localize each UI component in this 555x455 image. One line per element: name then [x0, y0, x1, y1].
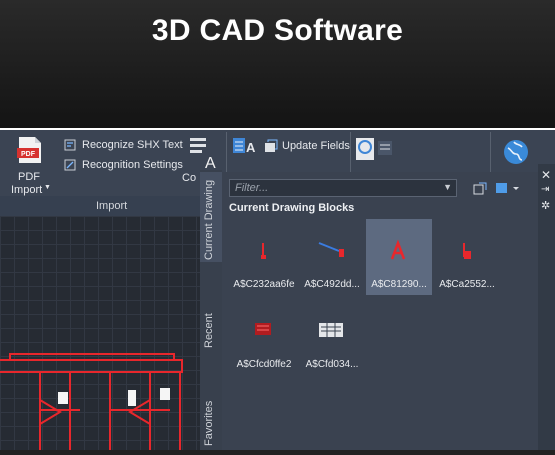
globe-icon — [504, 140, 528, 164]
block-tile[interactable]: A$Ca2552... — [434, 219, 500, 295]
refresh-icon — [265, 139, 278, 152]
block-name: A$C492dd... — [304, 279, 360, 290]
block-name: A$Cfcd0ffe2 — [236, 359, 292, 370]
pdf-label-line2: Import — [11, 184, 43, 196]
data-link-button[interactable] — [354, 136, 404, 166]
thumbnail-view-icon — [496, 183, 519, 193]
settings-icon — [64, 159, 76, 171]
pdf-icon: PDF — [17, 137, 41, 163]
update-fields-button[interactable]: A Update Fields — [232, 136, 352, 158]
tab-current-drawing-label: Current Drawing — [203, 179, 215, 260]
close-icon[interactable]: ✕ — [541, 168, 551, 182]
block-tile[interactable]: A$C232aa6fe — [231, 219, 297, 295]
block-tile[interactable]: A$Cfd034... — [299, 299, 365, 375]
fields-icon: A — [233, 138, 256, 155]
web-globe-button[interactable] — [502, 138, 532, 168]
recognition-settings-label: Recognition Settings — [82, 159, 183, 171]
gear-icon[interactable]: ✲ — [541, 199, 550, 212]
promo-banner: 3D CAD Software — [0, 0, 555, 128]
tab-favorites[interactable]: Favorites — [200, 396, 222, 450]
banner-title: 3D CAD Software — [151, 14, 404, 47]
block-preview-icon — [319, 323, 343, 337]
recognition-settings-button[interactable]: Recognition Settings — [64, 159, 184, 173]
recognize-shx-label: Recognize SHX Text — [82, 139, 183, 151]
autohide-icon[interactable]: ⇥ — [541, 184, 549, 195]
block-preview-icon — [463, 243, 471, 259]
data-link-icon — [356, 138, 392, 160]
svg-text:PDF: PDF — [21, 151, 36, 158]
section-title: Current Drawing Blocks — [229, 202, 355, 214]
block-preview-icon — [255, 323, 271, 335]
import-blocks-button[interactable] — [472, 180, 488, 196]
block-name: A$C232aa6fe — [233, 279, 295, 290]
block-tile[interactable]: A$Cfcd0ffe2 — [231, 299, 297, 375]
svg-text:A: A — [205, 155, 216, 170]
block-tile-selected[interactable]: A$C81290... — [366, 219, 432, 295]
pdf-import-button[interactable]: PDF PDF Import ▼ — [8, 134, 52, 196]
block-preview-icon — [318, 242, 344, 257]
import-group-label: Import — [96, 200, 128, 212]
tab-recent[interactable]: Recent — [200, 300, 222, 360]
text-a-icon: A — [190, 138, 216, 170]
tab-favorites-label: Favorites — [203, 400, 215, 446]
block-name: A$Cfd034... — [305, 359, 359, 370]
block-name: A$Ca2552... — [439, 279, 495, 290]
truck-drawing — [0, 340, 200, 450]
block-preview-icon — [390, 239, 406, 260]
update-fields-label: Update Fields — [282, 140, 350, 152]
shx-icon — [64, 139, 76, 151]
tab-current-drawing[interactable]: Current Drawing — [200, 172, 222, 262]
filter-placeholder: Filter... — [235, 182, 269, 194]
chevron-down-icon[interactable]: ▼ — [443, 182, 452, 192]
svg-text:A: A — [246, 140, 256, 155]
combine-text-label: Co — [182, 172, 197, 184]
recognize-shx-button[interactable]: Recognize SHX Text — [64, 139, 184, 153]
block-tile[interactable]: A$C492dd... — [299, 219, 365, 295]
filter-input[interactable]: Filter... ▼ — [229, 179, 457, 197]
import-blocks-icon — [473, 182, 487, 195]
chevron-down-icon: ▼ — [44, 184, 51, 191]
view-mode-button[interactable] — [494, 180, 522, 196]
block-name: A$C81290... — [371, 279, 427, 290]
pdf-label-line1: PDF — [18, 171, 40, 183]
tab-recent-label: Recent — [203, 313, 215, 348]
block-preview-icon — [261, 243, 266, 259]
